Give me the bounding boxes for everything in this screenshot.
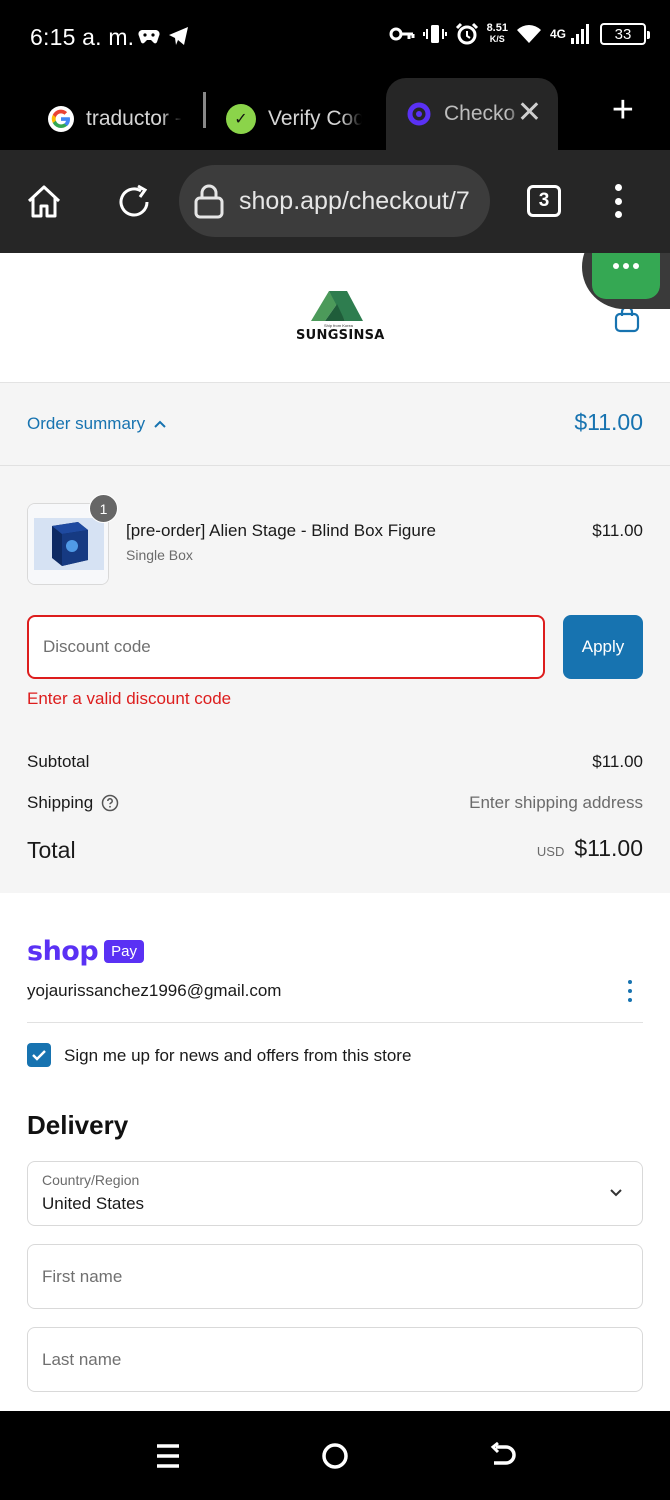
total-currency: USD [536,844,565,859]
shop-icon [406,101,432,127]
newsletter-checkbox[interactable] [27,1043,51,1067]
network-type: 4G [549,27,566,41]
total-amount: $11.00 [574,835,643,861]
order-summary-total: $11.00 [574,409,643,435]
store-tagline: Ship from Korea [324,323,353,328]
country-select[interactable]: Country/Region United States [27,1161,643,1226]
shop-pay-logo: shop Pay [27,936,145,967]
first-name-field[interactable] [27,1244,643,1309]
product-variant: Single Box [126,547,193,563]
key-icon [389,27,415,41]
order-summary: Order summary $11.00 1 [pre-order] Alien… [0,383,670,893]
url-text: shop.app/checkout/7 [239,186,470,215]
telegram-icon [169,27,188,45]
country-label: Country/Region [42,1172,140,1188]
wifi-icon [516,25,541,43]
back-icon[interactable] [486,1439,520,1473]
chevron-up-icon [154,420,166,428]
apply-discount-button[interactable]: Apply [563,615,643,679]
shipping-value: Enter shipping address [469,793,643,812]
address-bar[interactable]: shop.app/checkout/7 [179,165,490,237]
verify-app-icon: ✓ [226,104,256,134]
lock-icon [194,184,224,219]
network-speed-value: 8.51 [486,22,508,34]
divider [27,1022,643,1023]
product-title: [pre-order] Alien Stage - Blind Box Figu… [126,521,436,540]
store-logo-mark [311,291,363,321]
tab-title: traductor - [86,107,182,130]
browser-tab[interactable]: ✓ Verify Cod [226,88,362,150]
network-speed-unit: K/S [489,34,505,44]
tab-title: Checko [444,102,516,125]
first-name-input[interactable] [28,1245,642,1308]
status-bar: 6:15 a. m. 8.51 K/S 4G 33 [0,0,670,76]
discount-code-input[interactable] [27,615,545,679]
store-header: Ship from Korea SUNGSINSA [0,253,670,383]
google-icon [48,106,74,132]
tab-title: Verify Cod [268,107,362,130]
newsletter-label[interactable]: Sign me up for news and offers from this… [64,1046,411,1066]
store-logo[interactable]: Ship from Korea SUNGSINSA [296,287,385,347]
browser-menu-icon[interactable] [612,184,624,218]
close-tab-icon[interactable]: ✕ [517,98,542,128]
browser-tab[interactable]: traductor - [48,88,184,150]
help-icon[interactable] [101,794,119,812]
account-menu-icon[interactable] [626,980,634,1002]
browser-tab-active[interactable]: Checko ✕ [386,78,558,150]
shopping-bag-icon[interactable] [614,305,640,338]
order-summary-toggle[interactable]: Order summary [27,414,167,434]
more-icon [592,253,660,299]
shipping-label-text: Shipping [27,793,94,812]
home-nav-icon[interactable] [318,1439,352,1473]
country-value: United States [42,1194,145,1213]
home-icon[interactable] [22,180,66,224]
total-label: Total [27,837,76,863]
store-name: SUNGSINSA [296,328,385,343]
network-speed: 8.51 K/S [487,23,508,45]
shop-pay-wordmark: shop [27,936,99,967]
browser-tab-strip: traductor - ✓ Verify Cod Checko ✕ + [0,76,670,150]
recent-apps-icon[interactable] [151,1439,185,1473]
battery-level: 33 [614,25,632,43]
checkmark-icon [32,1050,46,1061]
order-summary-label: Order summary [27,414,146,433]
last-name-input[interactable] [28,1328,642,1391]
game-controller-icon [138,30,160,44]
product-price: $11.00 [592,521,643,540]
browser-toolbar: shop.app/checkout/7 3 [0,150,670,253]
status-notification-icons [138,26,190,46]
alarm-icon [455,22,478,45]
subtotal-label-text: Subtotal [27,752,90,771]
subtotal-value: $11.00 [592,752,643,771]
tab-separator [203,92,206,128]
checkout-page: Ship from Korea SUNGSINSA Order summary … [0,253,670,1411]
signal-icon [571,24,589,44]
delivery-heading: Delivery [27,1110,129,1140]
discount-error-message: Enter a valid discount code [27,689,232,708]
new-tab-icon[interactable]: + [612,90,634,130]
order-summary-header[interactable]: Order summary $11.00 [0,383,670,466]
quantity-badge: 1 [89,494,118,523]
chevron-down-icon [610,1189,622,1197]
system-navigation-bar [0,1411,670,1500]
subtotal-label: Subtotal [27,752,89,772]
status-time: 6:15 a. m. [30,24,135,50]
total-value: USD $11.00 [537,835,643,862]
vibrate-icon [422,25,447,43]
reload-icon[interactable] [112,180,156,224]
shipping-label: Shipping [27,793,119,813]
tab-switcher-button[interactable]: 3 [527,185,561,217]
last-name-field[interactable] [27,1327,643,1392]
account-email: yojaurissanchez1996@gmail.com [27,981,282,1000]
status-system-icons: 8.51 K/S 4G 33 [389,22,650,46]
floating-chat-bubble[interactable] [582,253,670,309]
battery-icon: 33 [600,23,650,45]
shop-pay-badge: Pay [104,940,145,963]
